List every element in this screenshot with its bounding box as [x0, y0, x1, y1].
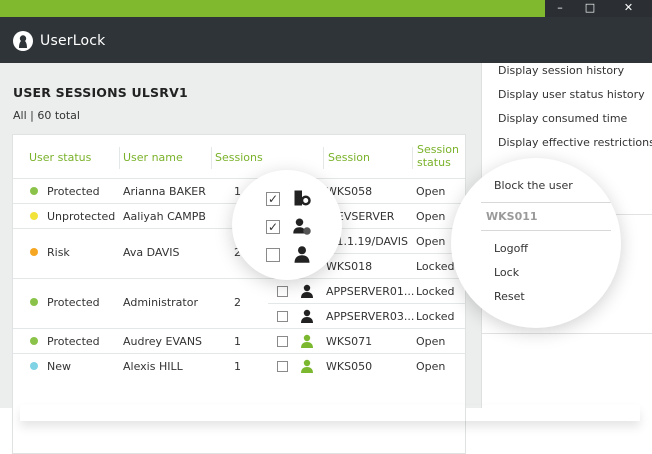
session-status: Locked — [416, 310, 455, 323]
column-header-user-name[interactable]: User name — [123, 151, 183, 164]
session-name[interactable]: WKS050 — [326, 360, 372, 373]
menu-reset[interactable]: Reset — [494, 290, 525, 303]
user-black-icon — [299, 308, 315, 324]
user-status: Unprotected — [47, 210, 116, 223]
menu-display-session-history[interactable]: Display session history — [498, 64, 624, 77]
window-shadow — [20, 405, 640, 421]
session-status: Open — [416, 185, 446, 198]
context-menu-magnifier: Block the user WKS011 Logoff Lock Reset — [451, 158, 621, 328]
session-count: 2 — [234, 296, 241, 309]
session-status: Open — [416, 210, 446, 223]
row-divider — [13, 278, 465, 279]
column-header-session-status[interactable]: Session status — [417, 143, 459, 169]
menu-lock[interactable]: Lock — [494, 266, 519, 279]
user-green-icon — [299, 333, 315, 349]
minimize-button[interactable]: – — [545, 0, 575, 17]
context-menu-divider — [481, 230, 611, 231]
column-divider — [119, 147, 120, 169]
row-divider — [13, 353, 465, 354]
session-name[interactable]: APPSERVER03... — [326, 310, 414, 323]
panel-divider — [482, 333, 652, 334]
column-divider — [412, 147, 413, 169]
user-status: New — [47, 360, 71, 373]
session-count: 1 — [234, 335, 241, 348]
status-dot-risk — [30, 248, 38, 256]
session-checkbox[interactable]: ✓ — [266, 192, 280, 206]
session-checkbox[interactable] — [277, 336, 288, 347]
menu-logoff[interactable]: Logoff — [494, 242, 528, 255]
status-dot-protected — [30, 187, 38, 195]
session-status: Locked — [416, 285, 455, 298]
status-dot-unprotected — [30, 212, 38, 220]
session-checkbox[interactable]: ✓ — [266, 220, 280, 234]
user-name: Alexis HILL — [123, 360, 183, 373]
session-name[interactable]: WKS071 — [326, 335, 372, 348]
session-status: Open — [416, 235, 446, 248]
context-menu-section-label: WKS011 — [486, 210, 538, 223]
close-button[interactable]: ✕ — [605, 0, 652, 17]
user-name: Arianna BAKER — [123, 185, 206, 198]
menu-display-user-status-history[interactable]: Display user status history — [498, 88, 645, 101]
column-header-sessions[interactable]: Sessions — [215, 151, 263, 164]
session-status: Locked — [416, 260, 455, 273]
app-name: UserLock — [40, 33, 106, 49]
user-name: Ava DAVIS — [123, 246, 180, 259]
menu-display-effective-restrictions[interactable]: Display effective restrictions — [498, 136, 652, 149]
column-header-session[interactable]: Session — [328, 151, 370, 164]
context-menu-divider — [481, 202, 611, 203]
user-status: Protected — [47, 335, 100, 348]
user-black-icon — [299, 283, 315, 299]
session-checkbox[interactable] — [277, 311, 288, 322]
menu-display-consumed-time[interactable]: Display consumed time — [498, 112, 627, 125]
user-name: Administrator — [123, 296, 198, 309]
user-status: Risk — [47, 246, 70, 259]
session-status: Open — [416, 360, 446, 373]
app-logo: UserLock — [12, 29, 105, 53]
status-dot-protected — [30, 337, 38, 345]
session-status-header-line1: Session — [417, 143, 459, 156]
session-count: 1 — [234, 360, 241, 373]
app-header: UserLock — [0, 17, 652, 63]
session-status-header-line2: status — [417, 156, 451, 169]
session-name[interactable]: WKS018 — [326, 260, 372, 273]
status-dot-new — [30, 362, 38, 370]
column-divider — [323, 147, 324, 169]
filter-summary[interactable]: All | 60 total — [13, 109, 80, 122]
session-checkbox[interactable] — [277, 361, 288, 372]
session-checkbox[interactable] — [277, 286, 288, 297]
page-title: USER SESSIONS ULSRV1 — [13, 85, 188, 100]
status-dot-protected — [30, 298, 38, 306]
user-status: Protected — [47, 185, 100, 198]
column-divider — [211, 147, 212, 169]
user-green-icon — [299, 358, 315, 374]
userlock-logo-icon — [13, 31, 33, 51]
menu-block-user[interactable]: Block the user — [494, 179, 573, 192]
user-name: Audrey EVANS — [123, 335, 203, 348]
row-divider — [268, 303, 465, 304]
session-checkbox[interactable] — [266, 248, 280, 262]
session-name[interactable]: APPSERVER01... — [326, 285, 414, 298]
maximize-button[interactable]: □ — [575, 0, 605, 17]
checkbox-magnifier: ✓ ✓ — [232, 170, 342, 280]
user-black-icon — [294, 246, 310, 263]
user-name: Aaliyah CAMPB — [123, 210, 206, 223]
terminal-server-icon — [294, 190, 311, 206]
session-status: Open — [416, 335, 446, 348]
row-divider — [13, 328, 465, 329]
column-header-user-status[interactable]: User status — [29, 151, 91, 164]
user-status: Protected — [47, 296, 100, 309]
remote-user-icon — [293, 218, 311, 235]
header-divider — [13, 178, 465, 179]
